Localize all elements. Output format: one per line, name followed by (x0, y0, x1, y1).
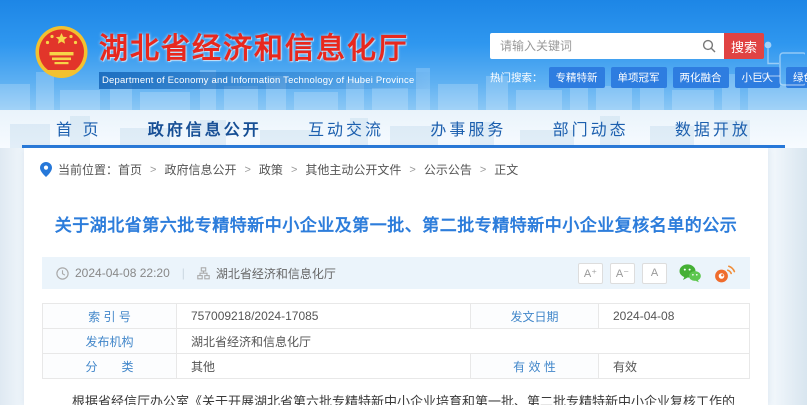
hot-search-row: 热门搜索： 专精特新 单项冠军 两化融合 小巨人 绿色工厂 (490, 67, 766, 88)
breadcrumb: 当前位置： 首页 > 政府信息公开 > 政策 > 其他主动公开文件 > 公示公告… (24, 148, 768, 187)
breadcrumb-separator: > (244, 164, 250, 176)
main-nav: 首 页 政府信息公开 互动交流 办事服务 部门动态 数据开放 (0, 110, 807, 148)
breadcrumb-label: 当前位置： (58, 161, 118, 178)
hot-tag-danxiangguanjun[interactable]: 单项冠军 (611, 67, 667, 88)
font-reset-button[interactable]: A (642, 263, 667, 284)
table-row: 分 类 其他 有 效 性 有效 (43, 354, 750, 379)
meta-divider: | (182, 266, 185, 280)
index-number-label: 索 引 号 (43, 304, 177, 329)
publish-datetime: 2024-04-08 22:20 (75, 266, 170, 280)
wechat-share-icon[interactable] (679, 264, 701, 283)
site-header: 湖北省经济和信息化厅 Department of Economy and Inf… (0, 0, 807, 110)
search-icon (702, 39, 716, 53)
search-input[interactable] (490, 33, 724, 59)
breadcrumb-separator: > (409, 164, 415, 176)
font-larger-button[interactable]: A⁺ (578, 263, 603, 284)
issuing-org-value: 湖北省经济和信息化厅 (177, 329, 750, 354)
clock-icon (56, 267, 69, 280)
weibo-share-icon[interactable] (713, 264, 736, 283)
validity-value: 有效 (599, 354, 750, 379)
hot-tag-lianghuaronghe[interactable]: 两化融合 (673, 67, 729, 88)
site-logo: 湖北省经济和信息化厅 Department of Economy and Inf… (34, 25, 430, 89)
nav-item-department-news[interactable]: 部门动态 (553, 116, 629, 140)
article-meta-left: 2024-04-08 22:20 | 湖北省经济和信息化厅 (56, 265, 336, 282)
search-button[interactable]: 搜索 (724, 33, 764, 59)
font-smaller-button[interactable]: A⁻ (610, 263, 635, 284)
search-area: 搜索 热门搜索： 专精特新 单项冠军 两化融合 小巨人 绿色工厂 (490, 33, 766, 88)
hot-tag-zhuanjingtexin[interactable]: 专精特新 (549, 67, 605, 88)
nav-item-open-data[interactable]: 数据开放 (675, 116, 751, 140)
nav-item-interaction[interactable]: 互动交流 (308, 116, 384, 140)
issue-date-label: 发文日期 (471, 304, 599, 329)
site-subtitle: Department of Economy and Information Te… (99, 72, 430, 89)
table-row: 索 引 号 757009218/2024-17085 发文日期 2024-04-… (43, 304, 750, 329)
article-card: 当前位置： 首页 > 政府信息公开 > 政策 > 其他主动公开文件 > 公示公告… (24, 148, 768, 405)
hot-search-label: 热门搜索： (490, 70, 543, 85)
article-meta-right: A⁺ A⁻ A (571, 263, 736, 284)
article-body-paragraph: 根据省经信厅办公室《关于开展湖北省第六批专精特新中小企业培育和第一批、第二批专精… (46, 392, 746, 405)
site-title: 湖北省经济和信息化厅 (99, 25, 430, 67)
breadcrumb-policy[interactable]: 政策 (259, 161, 283, 178)
document-info-table: 索 引 号 757009218/2024-17085 发文日期 2024-04-… (42, 303, 750, 379)
index-number-value: 757009218/2024-17085 (177, 304, 471, 329)
organization-icon (197, 267, 210, 280)
article-title: 关于湖北省第六批专精特新中小企业及第一批、第二批专精特新中小企业复核名单的公示 (24, 211, 768, 236)
nav-item-services[interactable]: 办事服务 (430, 116, 506, 140)
page: 湖北省经济和信息化厅 Department of Economy and Inf… (0, 0, 807, 405)
breadcrumb-announcements[interactable]: 公示公告 (424, 161, 472, 178)
breadcrumb-current: 正文 (494, 161, 518, 178)
nav-inner: 首 页 政府信息公开 互动交流 办事服务 部门动态 数据开放 (22, 110, 785, 148)
nav-item-home[interactable]: 首 页 (56, 116, 101, 140)
breadcrumb-separator: > (150, 164, 156, 176)
category-label: 分 类 (43, 354, 177, 379)
article-meta-bar: 2024-04-08 22:20 | 湖北省经济和信息化厅 A⁺ A⁻ A (42, 257, 750, 289)
breadcrumb-separator: > (480, 164, 486, 176)
breadcrumb-home[interactable]: 首页 (118, 161, 142, 178)
issue-date-value: 2024-04-08 (599, 304, 750, 329)
breadcrumb-separator: > (291, 164, 297, 176)
breadcrumb-other-docs[interactable]: 其他主动公开文件 (305, 161, 401, 178)
category-value: 其他 (177, 354, 471, 379)
national-emblem-icon (34, 25, 89, 83)
validity-label: 有 效 性 (471, 354, 599, 379)
publish-source: 湖北省经济和信息化厅 (216, 265, 336, 282)
issuing-org-label: 发布机构 (43, 329, 177, 354)
breadcrumb-gov-info[interactable]: 政府信息公开 (164, 161, 236, 178)
location-pin-icon (40, 162, 52, 177)
nav-item-gov-info[interactable]: 政府信息公开 (148, 116, 262, 140)
search-box (490, 33, 724, 59)
table-row: 发布机构 湖北省经济和信息化厅 (43, 329, 750, 354)
content-area: 当前位置： 首页 > 政府信息公开 > 政策 > 其他主动公开文件 > 公示公告… (0, 148, 807, 405)
circuit-decoration (759, 36, 805, 102)
